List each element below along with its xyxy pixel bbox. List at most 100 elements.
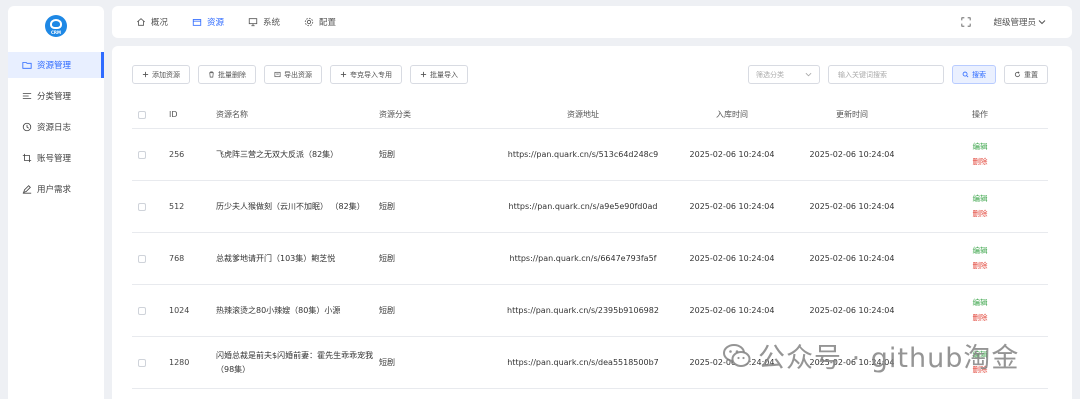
export-icon — [274, 71, 281, 78]
sidebar-item-label: 账号管理 — [37, 154, 72, 164]
logo-text: CRM — [51, 30, 61, 35]
fullscreen-icon[interactable] — [961, 17, 972, 27]
action-toolbar: 添加资源 批量删除 导出资源 夸克导入专用 批量导入 — [132, 65, 476, 84]
plus-icon — [340, 71, 347, 78]
search-button-label: 搜索 — [972, 70, 986, 79]
add-resource-button[interactable]: 添加资源 — [132, 65, 190, 84]
row-name: 总裁爹地请开门（103集）鲍芝悦 — [216, 253, 336, 263]
column-name: 资源名称 — [216, 109, 248, 119]
row-url-text: https://pan.quark.cn/s/a9e5e90fd0ad — [508, 201, 658, 211]
row-actions: 编辑 删除 — [912, 140, 1048, 169]
clock-icon — [22, 122, 32, 132]
top-nav: 概况 资源 系统 配置 超级管理员 — [112, 6, 1072, 38]
table-row: 1024 热辣滚烫之80小辣嫂（80集）小源 短剧 https://pan.qu… — [132, 285, 1048, 337]
row-checkbox[interactable] — [132, 254, 169, 263]
row-url-text: https://pan.quark.cn/s/dea5518500b7 — [507, 357, 659, 367]
filter-bar: 筛选分类 输入关键词搜索 搜索 重置 — [748, 65, 1048, 84]
sidebar-item-category-management[interactable]: 分类管理 — [8, 83, 104, 109]
batch-delete-label: 批量删除 — [218, 70, 246, 79]
reset-button-label: 重置 — [1024, 70, 1038, 79]
row-url: https://pan.quark.cn/s/2395b9106982 — [494, 304, 672, 318]
tab-overview[interactable]: 概况 — [136, 16, 168, 28]
trash-icon — [209, 71, 214, 78]
sidebar: CRM 资源管理 分类管理 资源日志 账号管理 用户需求 — [8, 6, 104, 399]
sidebar-item-label: 资源管理 — [37, 61, 72, 71]
row-created: 2025-02-06 10:24:04 — [689, 149, 775, 159]
reset-button[interactable]: 重置 — [1004, 65, 1048, 84]
batch-delete-button[interactable]: 批量删除 — [198, 65, 256, 84]
edit-link[interactable]: 编辑 — [973, 244, 988, 258]
chevron-down-icon — [805, 72, 812, 77]
sidebar-item-label: 用户需求 — [37, 185, 72, 195]
row-id: 1024 — [169, 305, 190, 315]
user-menu[interactable]: 超级管理员 — [993, 16, 1046, 28]
row-url: https://pan.quark.cn/s/513c64d248c9 — [494, 148, 672, 162]
tab-label: 配置 — [319, 18, 337, 28]
sidebar-item-resource-management[interactable]: 资源管理 — [8, 52, 104, 78]
delete-link[interactable]: 删除 — [973, 259, 988, 273]
row-name: 闪婚总裁是前夫$闪婚前妻：霍先生乖乖宠我（98集） — [216, 350, 374, 374]
table-row: 512 历少夫人猴做刻（云川不加眠） （82集） 短剧 https://pan.… — [132, 181, 1048, 233]
kuake-import-button[interactable]: 夸克导入专用 — [330, 65, 402, 84]
search-icon — [962, 71, 969, 78]
row-actions: 编辑 删除 — [912, 192, 1048, 221]
row-actions: 编辑 删除 — [912, 296, 1048, 325]
top-right-actions: 超级管理员 — [961, 6, 1046, 38]
column-created: 入库时间 — [716, 109, 748, 119]
tab-settings[interactable]: 配置 — [304, 16, 336, 28]
category-select[interactable]: 筛选分类 — [748, 65, 820, 84]
row-url-text: https://pan.quark.cn/s/6647e793fa5f — [509, 253, 657, 263]
row-created: 2025-02-06 10:24:04 — [689, 201, 775, 211]
row-created: 2025-02-06 10:24:04 — [689, 305, 775, 315]
row-name: 飞虎阵三营之无双大反派（82集） — [216, 149, 339, 159]
search-input-placeholder: 输入关键词搜索 — [838, 70, 887, 79]
gear-icon — [304, 17, 314, 27]
row-id: 256 — [169, 149, 185, 159]
column-id: ID — [169, 109, 178, 119]
add-resource-label: 添加资源 — [152, 70, 180, 79]
edit-link[interactable]: 编辑 — [973, 140, 988, 154]
sidebar-item-account-management[interactable]: 账号管理 — [8, 145, 104, 171]
row-checkbox[interactable] — [132, 202, 169, 211]
box-icon — [192, 19, 202, 26]
row-category: 短剧 — [379, 305, 395, 315]
row-name: 历少夫人猴做刻（云川不加眠） （82集） — [216, 201, 365, 211]
category-select-placeholder: 筛选分类 — [756, 70, 784, 79]
plus-icon — [142, 71, 149, 78]
tab-resource[interactable]: 资源 — [192, 16, 224, 28]
row-name: 热辣滚烫之80小辣嫂（80集）小源 — [216, 305, 341, 315]
export-resource-button[interactable]: 导出资源 — [264, 65, 322, 84]
column-actions: 操作 — [972, 109, 988, 119]
search-input[interactable]: 输入关键词搜索 — [828, 65, 944, 84]
batch-import-label: 批量导入 — [430, 70, 458, 79]
delete-link[interactable]: 删除 — [973, 155, 988, 169]
user-name: 超级管理员 — [993, 18, 1036, 28]
sidebar-item-resource-log[interactable]: 资源日志 — [8, 114, 104, 140]
search-button[interactable]: 搜索 — [952, 65, 996, 84]
sidebar-item-user-demand[interactable]: 用户需求 — [8, 176, 104, 202]
folder-icon — [22, 62, 32, 69]
row-checkbox[interactable] — [132, 358, 169, 367]
plus-icon — [420, 71, 427, 78]
select-all-checkbox[interactable] — [132, 110, 169, 119]
batch-import-button[interactable]: 批量导入 — [410, 65, 468, 84]
crop-icon — [22, 153, 32, 163]
row-checkbox[interactable] — [132, 150, 169, 159]
edit-link[interactable]: 编辑 — [973, 192, 988, 206]
app-root: CRM 资源管理 分类管理 资源日志 账号管理 用户需求 概况 资源 系统 配置… — [0, 0, 1080, 399]
chevron-down-icon — [1038, 20, 1046, 25]
row-updated: 2025-02-06 10:24:04 — [809, 201, 895, 211]
row-url: https://pan.quark.cn/s/a9e5e90fd0ad — [494, 200, 672, 214]
logo[interactable]: CRM — [8, 10, 104, 42]
table-header: ID 资源名称 资源分类 资源地址 入库时间 更新时间 操作 — [132, 101, 1048, 129]
home-icon — [136, 18, 146, 26]
tab-system[interactable]: 系统 — [248, 16, 280, 28]
row-id: 1280 — [169, 357, 190, 367]
row-checkbox[interactable] — [132, 306, 169, 315]
watermark-text: 公众号 · github淘金 — [758, 343, 1020, 374]
edit-link[interactable]: 编辑 — [973, 296, 988, 310]
delete-link[interactable]: 删除 — [973, 207, 988, 221]
row-category: 短剧 — [379, 201, 395, 211]
row-updated: 2025-02-06 10:24:04 — [809, 149, 895, 159]
delete-link[interactable]: 删除 — [973, 311, 988, 325]
